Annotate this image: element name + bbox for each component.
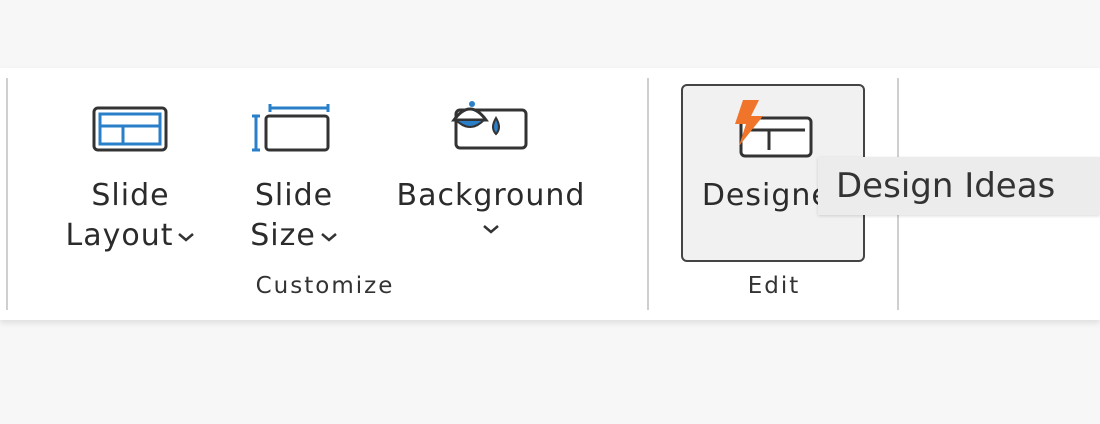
slide-size-label-line2: Size [250,218,316,253]
format-background-chevron-row [370,218,612,238]
chevron-down-icon [320,232,337,242]
chevron-down-icon [483,224,499,234]
slide-size-icon [252,104,330,152]
chevron-down-icon [178,232,195,242]
format-background-label: Background [396,178,586,213]
slide-size-label-line1: Slide [254,178,334,213]
slide-size-label-line2-row: Size [230,216,358,256]
slide-layout-icon [92,106,168,152]
design-ideas-tooltip: Design Ideas [818,157,1100,215]
format-background-icon [451,101,528,150]
group-label-customize: Customize [255,273,395,299]
group-separator [647,78,649,310]
slide-layout-label-line2: Layout [65,218,174,253]
slide-layout-label-line2-row: Layout [38,216,223,256]
format-background-button[interactable]: Background [370,96,612,256]
group-label-edit: Edit [747,273,801,299]
group-separator [6,78,8,310]
designer-icon [735,100,813,158]
slide-size-button[interactable]: Slide Size [230,96,358,256]
slide-layout-label-line1: Slide [91,178,170,213]
slide-layout-button[interactable]: Slide Layout [38,96,223,256]
